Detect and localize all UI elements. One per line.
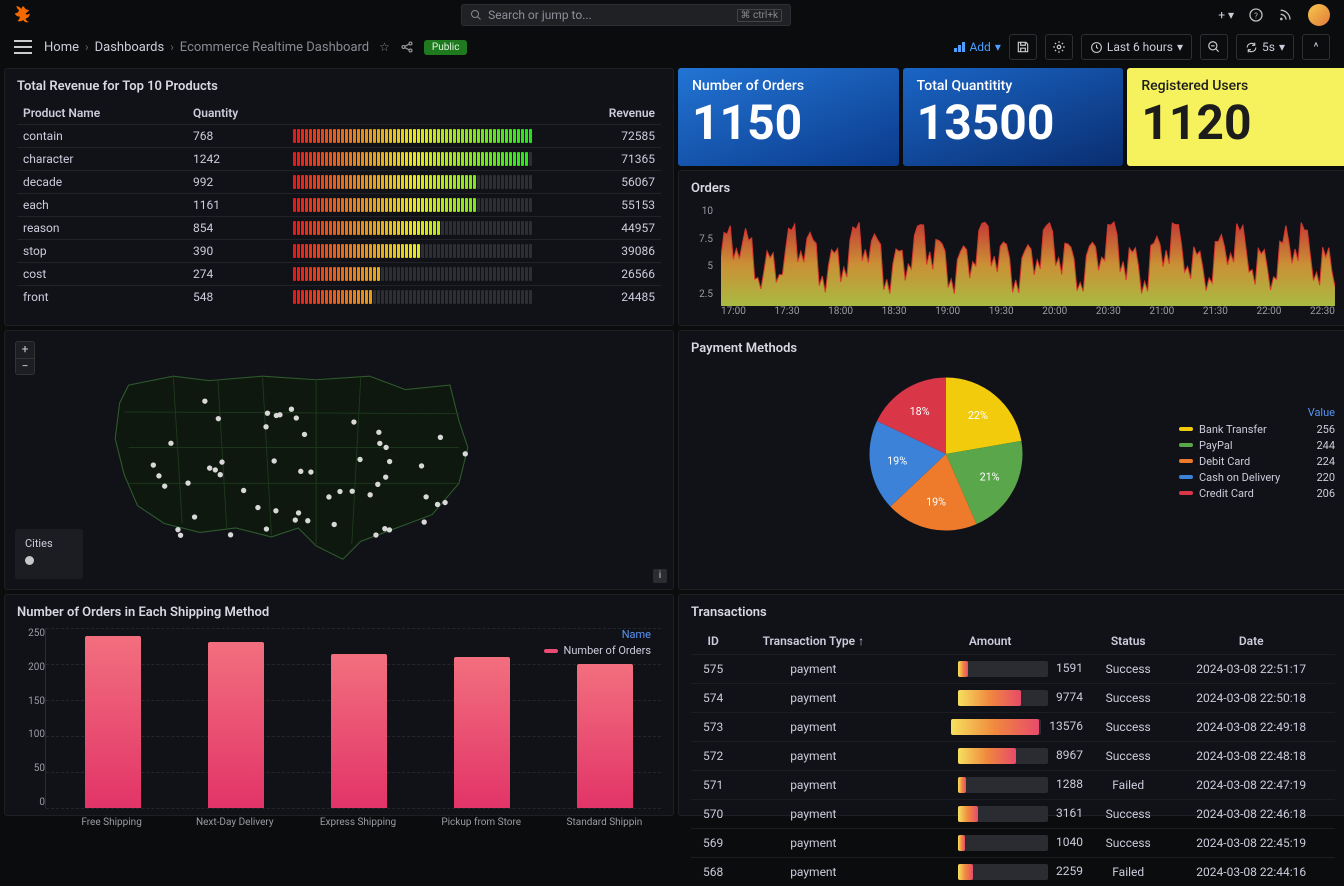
table-row[interactable]: front54824485 <box>17 286 661 309</box>
table-row[interactable]: 571payment 1288 Failed2024-03-08 22:47:1… <box>691 771 1335 800</box>
add-panel-icon <box>953 41 965 53</box>
share-icon[interactable] <box>400 40 414 54</box>
table-row[interactable]: 570payment 3161 Success2024-03-08 22:46:… <box>691 800 1335 829</box>
svg-text:21%: 21% <box>980 470 1000 483</box>
payment-pie-chart[interactable]: 22% 21% 19% 19% 18% <box>851 364 1041 544</box>
table-row[interactable]: cost27426566 <box>17 263 661 286</box>
svg-text:18%: 18% <box>910 405 930 418</box>
table-row[interactable]: character124271365 <box>17 148 661 171</box>
public-badge: Public <box>424 40 468 55</box>
payment-title: Payment Methods <box>691 341 1335 356</box>
shipping-panel: Number of Orders in Each Shipping Method… <box>4 594 674 816</box>
transactions-table: IDTransaction Type ↑AmountStatusDate575p… <box>691 628 1335 886</box>
table-row[interactable]: decade99256067 <box>17 171 661 194</box>
search-icon <box>470 9 482 21</box>
star-icon[interactable]: ☆ <box>379 40 390 54</box>
search-shortcut: ⌘ ctrl+k <box>737 9 783 22</box>
svg-text:?: ? <box>1254 11 1258 20</box>
refresh-icon <box>1245 41 1258 54</box>
stats-row: Number of Orders1150Total Quantitity1350… <box>678 68 1344 166</box>
revenue-table: Product NameQuantityRevenuecontain768725… <box>17 102 661 308</box>
search-input[interactable]: Search or jump to... ⌘ ctrl+k <box>461 4 791 26</box>
orders-line-chart[interactable] <box>721 204 1335 306</box>
bar[interactable] <box>312 628 405 808</box>
table-row[interactable]: contain76872585 <box>17 125 661 148</box>
map-panel[interactable]: + − Cities i <box>4 330 674 590</box>
table-row[interactable]: each116155153 <box>17 194 661 217</box>
zoom-out-button[interactable]: − <box>16 358 34 374</box>
map-legend: Cities <box>15 529 83 579</box>
user-avatar[interactable] <box>1308 4 1330 26</box>
payment-legend: ValueBank Transfer256PayPal244Debit Card… <box>1179 406 1335 503</box>
table-row[interactable]: 572payment 8967 Success2024-03-08 22:48:… <box>691 742 1335 771</box>
bar[interactable] <box>435 628 528 808</box>
transactions-panel: Transactions IDTransaction Type ↑AmountS… <box>678 594 1344 816</box>
refresh-button[interactable]: 5s ▾ <box>1236 34 1294 60</box>
shipping-legend: Name Number of Orders <box>544 628 651 657</box>
add-button[interactable]: Add ▾ <box>953 40 1000 54</box>
crumb-dashboards[interactable]: Dashboards <box>95 40 165 55</box>
revenue-panel: Total Revenue for Top 10 Products Produc… <box>4 68 674 326</box>
save-icon[interactable] <box>1009 34 1037 60</box>
orders-title: Orders <box>691 181 1335 196</box>
svg-text:19%: 19% <box>887 455 907 468</box>
orders-panel: Orders 107.552.5 17:0017:3018:0018:3019:… <box>678 170 1344 326</box>
stat-card[interactable]: Number of Orders1150 <box>678 68 899 166</box>
table-row[interactable]: 568payment 2259 Failed2024-03-08 22:44:1… <box>691 858 1335 886</box>
map-info-icon[interactable]: i <box>653 569 667 583</box>
svg-text:22%: 22% <box>968 409 988 422</box>
menu-toggle-icon[interactable] <box>14 40 32 54</box>
revenue-title: Total Revenue for Top 10 Products <box>17 79 661 94</box>
stat-card[interactable]: Total Quantitity13500 <box>903 68 1124 166</box>
clock-icon <box>1090 41 1103 54</box>
zoom-in-button[interactable]: + <box>16 342 34 358</box>
bar[interactable] <box>189 628 282 808</box>
settings-icon[interactable] <box>1045 34 1073 60</box>
payment-panel: Payment Methods 22% 21% 19% 19% 18% ValueBan… <box>678 330 1344 590</box>
top-bar: Search or jump to... ⌘ ctrl+k + ▾ ? <box>0 0 1344 30</box>
news-icon[interactable] <box>1278 7 1294 23</box>
timerange-button[interactable]: Last 6 hours ▾ <box>1081 34 1192 60</box>
crumb-home[interactable]: Home <box>44 40 79 55</box>
table-row[interactable]: reason85444957 <box>17 217 661 240</box>
table-row[interactable]: 569payment 1040 Success2024-03-08 22:45:… <box>691 829 1335 858</box>
table-row[interactable]: 573payment 13576 Success2024-03-08 22:49… <box>691 713 1335 742</box>
help-icon[interactable]: ? <box>1248 7 1264 23</box>
collapse-icon[interactable]: ^ <box>1302 34 1330 60</box>
zoom-out-icon[interactable] <box>1200 34 1228 60</box>
search-placeholder: Search or jump to... <box>488 8 592 22</box>
table-row[interactable]: stop39039086 <box>17 240 661 263</box>
table-row[interactable]: 574payment 9774 Success2024-03-08 22:50:… <box>691 684 1335 713</box>
table-row[interactable]: 575payment 1591 Success2024-03-08 22:51:… <box>691 655 1335 684</box>
transactions-title: Transactions <box>691 605 1335 620</box>
svg-text:19%: 19% <box>926 495 946 508</box>
grafana-logo[interactable] <box>14 5 34 25</box>
stat-card[interactable]: Registered Users1120 <box>1127 68 1344 166</box>
map-zoom[interactable]: + − <box>15 341 35 375</box>
add-menu-icon[interactable]: + ▾ <box>1218 8 1234 22</box>
crumb-page[interactable]: Ecommerce Realtime Dashboard <box>180 40 369 55</box>
bar[interactable] <box>66 628 159 808</box>
breadcrumb-bar: Home › Dashboards › Ecommerce Realtime D… <box>0 30 1344 64</box>
shipping-title: Number of Orders in Each Shipping Method <box>17 605 661 620</box>
usa-map[interactable] <box>75 336 575 586</box>
